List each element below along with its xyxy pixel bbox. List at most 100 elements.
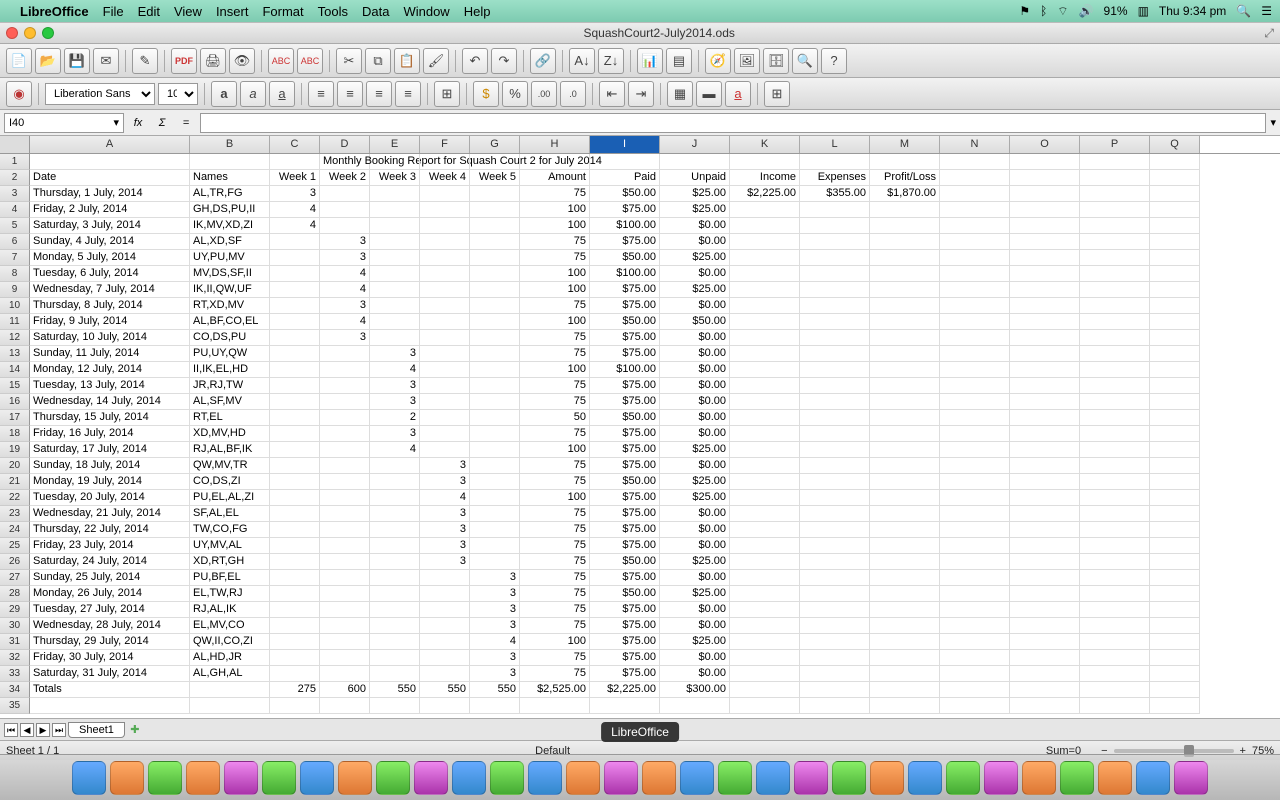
cell[interactable]: 3 [320,298,370,314]
cell[interactable]: UY,MV,AL [190,538,270,554]
cell[interactable] [730,330,800,346]
cell[interactable]: $25.00 [660,554,730,570]
cell[interactable] [1150,538,1200,554]
cell[interactable]: $75.00 [590,538,660,554]
menu-help[interactable]: Help [464,4,491,19]
cell[interactable] [800,362,870,378]
fx-icon[interactable]: fx [128,117,148,129]
cell[interactable]: $75.00 [590,506,660,522]
cell[interactable] [940,410,1010,426]
cell[interactable] [320,458,370,474]
cell[interactable] [870,634,940,650]
cell[interactable] [420,330,470,346]
cell[interactable] [940,554,1010,570]
cell[interactable] [1080,650,1150,666]
align-justify-icon[interactable]: ≡ [395,81,421,107]
cell[interactable]: Friday, 23 July, 2014 [30,538,190,554]
cell[interactable]: $75.00 [590,346,660,362]
cell[interactable] [1080,698,1150,714]
cell[interactable] [1150,298,1200,314]
cell[interactable] [1080,458,1150,474]
cell[interactable]: $0.00 [660,234,730,250]
cell[interactable]: Friday, 2 July, 2014 [30,202,190,218]
cell[interactable] [420,442,470,458]
cell[interactable]: Tuesday, 27 July, 2014 [30,602,190,618]
cell[interactable] [800,586,870,602]
cell[interactable]: 3 [470,602,520,618]
cell[interactable]: 75 [520,538,590,554]
cell[interactable]: 3 [370,378,420,394]
cell[interactable]: Monday, 5 July, 2014 [30,250,190,266]
cell[interactable] [940,490,1010,506]
cell[interactable] [1010,234,1080,250]
row-head[interactable]: 5 [0,218,30,234]
cell[interactable]: $0.00 [660,570,730,586]
cell[interactable] [1010,698,1080,714]
cell[interactable]: Sunday, 4 July, 2014 [30,234,190,250]
row-head[interactable]: 27 [0,570,30,586]
cell[interactable] [1150,330,1200,346]
cell[interactable] [420,266,470,282]
cell[interactable] [940,426,1010,442]
cell[interactable] [730,570,800,586]
row-head[interactable]: 24 [0,522,30,538]
cell[interactable] [190,682,270,698]
dock-app-icon[interactable] [832,761,866,795]
cell[interactable] [800,634,870,650]
cell[interactable]: $50.00 [660,314,730,330]
cell[interactable] [420,602,470,618]
dock-app-icon[interactable] [262,761,296,795]
cell[interactable] [270,330,320,346]
cell[interactable] [1010,442,1080,458]
cell[interactable] [370,458,420,474]
italic-icon[interactable]: a [240,81,266,107]
cell[interactable] [420,314,470,330]
cell[interactable]: 75 [520,346,590,362]
cell[interactable] [730,234,800,250]
cell[interactable]: $75.00 [590,522,660,538]
menu-tools[interactable]: Tools [318,4,348,19]
cell-reference[interactable]: I40 ▾ [4,113,124,133]
cell[interactable] [320,362,370,378]
cell[interactable] [270,618,320,634]
cell[interactable]: Income [730,170,800,186]
cell[interactable]: $75.00 [590,442,660,458]
cell[interactable]: 75 [520,650,590,666]
cell[interactable] [730,346,800,362]
cell[interactable] [660,698,730,714]
cell[interactable] [320,586,370,602]
cell[interactable] [940,458,1010,474]
cell[interactable] [470,394,520,410]
cell[interactable] [940,682,1010,698]
row-head[interactable]: 33 [0,666,30,682]
cell[interactable]: Profit/Loss [870,170,940,186]
cell[interactable] [870,426,940,442]
cell[interactable]: Friday, 16 July, 2014 [30,426,190,442]
autospell-icon[interactable]: ABC [297,48,323,74]
equals-icon[interactable]: = [176,117,196,129]
cell[interactable]: 75 [520,602,590,618]
cell[interactable]: IK,MV,XD,ZI [190,218,270,234]
cell[interactable]: Sunday, 25 July, 2014 [30,570,190,586]
cell[interactable] [800,698,870,714]
cell[interactable]: 4 [320,314,370,330]
cell[interactable]: $50.00 [590,586,660,602]
menu-edit[interactable]: Edit [138,4,160,19]
edit-icon[interactable]: ✎ [132,48,158,74]
cell[interactable] [730,218,800,234]
cell[interactable]: Wednesday, 7 July, 2014 [30,282,190,298]
cell[interactable]: $0.00 [660,362,730,378]
cell[interactable] [370,522,420,538]
cell[interactable]: Expenses [800,170,870,186]
cell[interactable]: AL,GH,AL [190,666,270,682]
cell[interactable] [870,410,940,426]
dock-app-icon[interactable] [186,761,220,795]
cell[interactable] [870,650,940,666]
cell[interactable]: $0.00 [660,218,730,234]
underline-icon[interactable]: a [269,81,295,107]
cell[interactable] [940,186,1010,202]
dock-app-icon[interactable] [110,761,144,795]
cell[interactable] [270,154,320,170]
cell[interactable] [470,538,520,554]
cell[interactable] [730,618,800,634]
